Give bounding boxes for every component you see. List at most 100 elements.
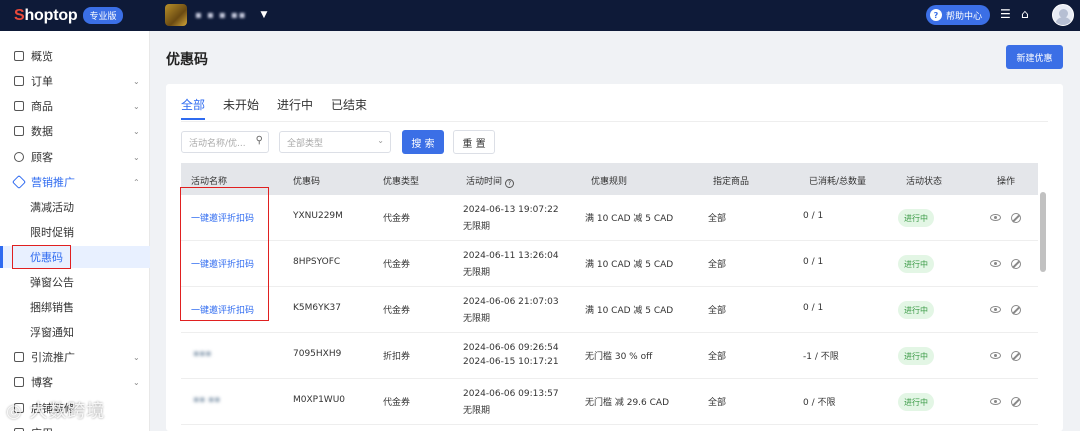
search-button[interactable]: 搜 索 (402, 130, 444, 154)
coupon-type: 代金券 (383, 260, 411, 270)
applied-products: 全部 (708, 214, 727, 224)
coupon-type: 代金券 (383, 398, 411, 408)
database-icon[interactable]: ☰ (1000, 7, 1011, 21)
coupon-rule: 无门槛 30 % off (585, 352, 653, 362)
sidebar-item-apps[interactable]: 应用 (0, 422, 150, 431)
disable-icon[interactable] (1011, 213, 1021, 223)
reset-button[interactable]: 重 置 (453, 130, 495, 154)
column-header: 活动时间 (466, 177, 503, 187)
sidebar-item-traffic[interactable]: 引流推广 ⌄ (0, 346, 150, 368)
active-indicator (0, 246, 3, 268)
store-switcher[interactable]: ▪ ▪ ▪ ▪▪ ▼ (165, 4, 267, 26)
disable-icon[interactable] (1011, 397, 1021, 407)
applied-products: 全部 (708, 352, 727, 362)
campaign-name-blurred[interactable]: ▪▪ ▪▪ (193, 395, 220, 405)
sidebar-subitem-label: 弹窗公告 (30, 276, 74, 289)
sidebar-item-label: 博客 (31, 376, 53, 389)
sidebar-item-label: 数据 (31, 125, 53, 138)
tab-ended[interactable]: 已结束 (331, 96, 367, 118)
sidebar-item-label: 商品 (31, 100, 53, 113)
search-icon[interactable]: ⚲ (256, 135, 263, 146)
sidebar-subitem-popup-notice[interactable]: 弹窗公告 (0, 271, 150, 293)
sidebar-item-label: 营销推广 (31, 176, 75, 189)
sidebar-item-overview[interactable]: 概览 (0, 45, 150, 67)
sidebar-subitem-floating-notice[interactable]: 浮窗通知 (0, 321, 150, 343)
sidebar-item-label: 应用 (31, 425, 53, 431)
sidebar-item-marketing[interactable]: 营销推广 ⌃ (0, 171, 150, 193)
tab-all[interactable]: 全部 (181, 96, 206, 120)
column-header: 指定商品 (713, 177, 750, 187)
coupon-code: YXNU229M (293, 211, 343, 221)
coupon-code: M0XP1WU0 (293, 395, 346, 405)
top-bar: Shoptop 专业版 ▪ ▪ ▪ ▪▪ ▼ ? 帮助中心 ☰ ⌂ (0, 0, 1080, 31)
chevron-up-icon: ⌃ (133, 177, 140, 187)
help-center-button[interactable]: ? 帮助中心 (926, 5, 991, 25)
sidebar-item-label: 概览 (31, 50, 53, 63)
sidebar-item-blog[interactable]: 博客 ⌄ (0, 371, 150, 393)
start-time: 2024-06-13 19:07:22 (463, 205, 559, 215)
chevron-down-icon: ⌄ (377, 136, 384, 145)
document-icon (14, 76, 24, 86)
usage-count: 0 / 1 (803, 211, 824, 221)
column-header-time: 活动时间? (466, 174, 515, 188)
coupon-code: 7095HXH9 (293, 349, 342, 359)
home-icon[interactable]: ⌂ (1021, 7, 1029, 21)
disable-icon[interactable] (1011, 305, 1021, 315)
disable-icon[interactable] (1011, 351, 1021, 361)
tab-not-started[interactable]: 未开始 (223, 96, 259, 118)
table-header: 活动名称 优惠码 优惠类型 活动时间? 优惠规则 指定商品 已消耗/总数量 活动… (181, 163, 1038, 195)
sidebar-item-label: 引流推广 (31, 351, 75, 364)
grid-icon (14, 51, 24, 61)
view-icon[interactable] (990, 352, 1001, 359)
sidebar: 概览 订单 ⌄ 商品 ⌄ 数据 ⌄ 顾客 ⌄ 营销推广 ⌃ 满减活动 限时促销 优惠码 弹… (0, 31, 150, 431)
sidebar-item-customers[interactable]: 顾客 ⌄ (0, 146, 150, 168)
chevron-down-icon: ⌄ (133, 152, 140, 162)
sidebar-subitem-full-reduction[interactable]: 满减活动 (0, 196, 150, 218)
search-placeholder: 活动名称/优... (189, 139, 246, 149)
start-time: 2024-06-11 13:26:04 (463, 251, 559, 261)
campaign-name-blurred[interactable]: ▪▪▪ (193, 349, 211, 359)
end-time: 无限期 (463, 406, 491, 416)
traffic-icon (14, 352, 24, 362)
status-badge: 进行中 (898, 301, 934, 319)
column-header: 活动名称 (191, 177, 228, 187)
question-icon: ? (930, 9, 942, 21)
column-header: 活动状态 (906, 177, 943, 187)
sidebar-item-orders[interactable]: 订单 ⌄ (0, 70, 150, 92)
view-icon[interactable] (990, 398, 1001, 405)
sidebar-item-data[interactable]: 数据 ⌄ (0, 120, 150, 142)
view-icon[interactable] (990, 260, 1001, 267)
start-time: 2024-06-06 09:13:57 (463, 389, 559, 399)
coupon-list-card: 全部 未开始 进行中 已结束 活动名称/优... ⚲ 全部类型 ⌄ 搜 索 重 … (166, 84, 1063, 431)
table-row: ▪▪▪ 7095HXH9 折扣券 2024-06-06 09:26:54 202… (181, 333, 1038, 379)
highlight-box-campaign-names (180, 187, 269, 321)
table-row: 一键邀评折扣码 YXNU229M 代金券 2024-06-13 19:07:22… (181, 195, 1038, 241)
view-icon[interactable] (990, 214, 1001, 221)
shoptop-logo[interactable]: Shoptop (14, 7, 78, 25)
tab-in-progress[interactable]: 进行中 (277, 96, 313, 118)
status-badge: 进行中 (898, 393, 934, 411)
help-circle-icon[interactable]: ? (505, 179, 515, 188)
column-header: 优惠码 (293, 177, 321, 187)
start-time: 2024-06-06 21:07:03 (463, 297, 559, 307)
sidebar-subitem-bundle-sales[interactable]: 捆绑销售 (0, 296, 150, 318)
chevron-down-icon: ⌄ (133, 101, 140, 111)
caret-down-icon[interactable]: ▼ (260, 10, 267, 20)
type-select[interactable]: 全部类型 ⌄ (279, 131, 391, 153)
disable-icon[interactable] (1011, 259, 1021, 269)
sidebar-item-products[interactable]: 商品 ⌄ (0, 95, 150, 117)
search-input[interactable]: 活动名称/优... ⚲ (181, 131, 269, 153)
sidebar-subitem-flash-sale[interactable]: 限时促销 (0, 221, 150, 243)
usage-count: 0 / 1 (803, 303, 824, 313)
applied-products: 全部 (708, 398, 727, 408)
coupon-rule: 无门槛 减 29.6 CAD (585, 398, 669, 408)
view-icon[interactable] (990, 306, 1001, 313)
new-coupon-button[interactable]: 新建优惠 (1006, 45, 1063, 69)
table-scrollbar[interactable] (1040, 192, 1046, 272)
usage-count: 0 / 1 (803, 257, 824, 267)
user-avatar[interactable] (1052, 4, 1074, 26)
usage-count: -1 / 不限 (803, 352, 839, 362)
user-icon (14, 152, 24, 162)
sidebar-item-label: 订单 (31, 75, 53, 88)
column-header: 优惠类型 (383, 177, 420, 187)
